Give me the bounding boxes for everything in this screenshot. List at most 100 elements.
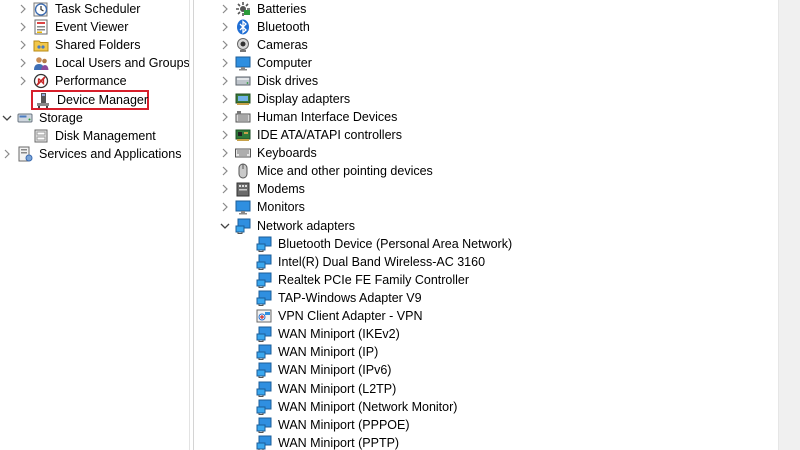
device-category-keyboards[interactable]: Keyboards bbox=[218, 144, 319, 162]
hid-icon bbox=[235, 111, 251, 123]
network-adapter-icon bbox=[256, 344, 272, 360]
battery-icon bbox=[236, 2, 250, 16]
device-category-label: Network adapters bbox=[257, 219, 355, 233]
tree-item-label: Event Viewer bbox=[55, 20, 129, 34]
disk-drive-icon bbox=[235, 76, 251, 86]
network-adapter-label: Bluetooth Device (Personal Area Network) bbox=[278, 237, 513, 251]
network-adapter-icon bbox=[256, 272, 272, 288]
device-category-modems[interactable]: Modems bbox=[218, 180, 307, 198]
device-category-bluetooth[interactable]: Bluetooth bbox=[218, 18, 312, 36]
performance-icon bbox=[33, 73, 49, 89]
clock-calendar-icon bbox=[33, 2, 48, 17]
chevron-right-icon[interactable] bbox=[218, 18, 232, 36]
tree-item-performance[interactable]: Performance bbox=[16, 72, 129, 90]
chevron-right-icon[interactable] bbox=[218, 180, 232, 198]
tree-item-local-users-and-groups[interactable]: Local Users and Groups bbox=[16, 54, 189, 72]
device-category-human-interface-devices[interactable]: Human Interface Devices bbox=[218, 108, 399, 126]
camera-icon bbox=[237, 38, 249, 52]
network-adapter-icon bbox=[256, 326, 272, 342]
chevron-right-icon[interactable] bbox=[218, 72, 232, 90]
tree-item-device-manager[interactable]: Device Manager bbox=[31, 90, 149, 110]
chevron-right-icon[interactable] bbox=[218, 90, 232, 108]
network-adapter-item[interactable]: WAN Miniport (IPv6) bbox=[253, 361, 393, 379]
network-adapter-label: WAN Miniport (IKEv2) bbox=[278, 327, 400, 341]
network-adapter-icon bbox=[256, 236, 272, 252]
network-adapter-icon bbox=[256, 381, 272, 397]
device-category-disk-drives[interactable]: Disk drives bbox=[218, 72, 320, 90]
network-adapter-item[interactable]: Realtek PCIe FE Family Controller bbox=[253, 271, 471, 289]
chevron-right-icon[interactable] bbox=[218, 36, 232, 54]
vertical-scrollbar[interactable] bbox=[778, 0, 800, 450]
tree-item-task-scheduler[interactable]: Task Scheduler bbox=[16, 0, 142, 18]
chevron-down-icon[interactable] bbox=[0, 109, 14, 127]
device-category-label: Mice and other pointing devices bbox=[257, 164, 433, 178]
device-category-monitors[interactable]: Monitors bbox=[218, 198, 307, 216]
chevron-right-icon[interactable] bbox=[218, 54, 232, 72]
device-category-ide-ata-atapi-controllers[interactable]: IDE ATA/ATAPI controllers bbox=[218, 126, 404, 144]
network-adapter-icon bbox=[256, 290, 272, 306]
device-tree-pane[interactable]: Batteries Bluetooth Cameras Computer Dis… bbox=[194, 0, 778, 450]
device-category-label: Display adapters bbox=[257, 92, 351, 106]
chevron-down-icon[interactable] bbox=[218, 217, 232, 235]
network-adapter-item[interactable]: Intel(R) Dual Band Wireless-AC 3160 bbox=[253, 253, 487, 271]
chevron-right-icon[interactable] bbox=[218, 0, 232, 18]
bluetooth-icon bbox=[237, 19, 249, 35]
console-tree-pane[interactable]: Task Scheduler Event Viewer Shared Folde… bbox=[0, 0, 189, 450]
chevron-right-icon[interactable] bbox=[218, 198, 232, 216]
network-adapter-label: WAN Miniport (PPPOE) bbox=[278, 418, 410, 432]
tree-item-storage[interactable]: Storage bbox=[0, 109, 85, 127]
tree-item-event-viewer[interactable]: Event Viewer bbox=[16, 18, 130, 36]
chevron-right-icon[interactable] bbox=[16, 36, 30, 54]
event-log-icon bbox=[34, 19, 48, 35]
network-adapter-item[interactable]: TAP-Windows Adapter V9 bbox=[253, 289, 424, 307]
tree-item-services-and-applications[interactable]: Services and Applications bbox=[0, 145, 183, 163]
network-adapter-item[interactable]: WAN Miniport (IP) bbox=[253, 343, 380, 361]
device-category-label: Keyboards bbox=[257, 146, 317, 160]
network-adapter-item[interactable]: VPN Client Adapter - VPN bbox=[253, 307, 425, 325]
chevron-right-icon[interactable] bbox=[16, 54, 30, 72]
device-category-label: Bluetooth bbox=[257, 20, 310, 34]
chevron-right-icon[interactable] bbox=[218, 162, 232, 180]
tree-item-label: Device Manager bbox=[57, 93, 149, 107]
network-adapter-item[interactable]: Bluetooth Device (Personal Area Network) bbox=[253, 235, 514, 253]
device-manager-icon bbox=[37, 93, 49, 108]
device-category-label: Batteries bbox=[257, 2, 307, 16]
display-adapter-icon bbox=[235, 93, 251, 105]
chevron-right-icon[interactable] bbox=[218, 108, 232, 126]
network-adapter-item[interactable]: WAN Miniport (L2TP) bbox=[253, 380, 398, 398]
network-adapter-icon bbox=[256, 362, 272, 378]
network-adapter-label: TAP-Windows Adapter V9 bbox=[278, 291, 422, 305]
tree-item-shared-folders[interactable]: Shared Folders bbox=[16, 36, 142, 54]
tree-item-label: Local Users and Groups bbox=[55, 56, 189, 70]
chevron-right-icon[interactable] bbox=[218, 126, 232, 144]
network-adapter-label: VPN Client Adapter - VPN bbox=[278, 309, 423, 323]
network-adapter-item[interactable]: WAN Miniport (IKEv2) bbox=[253, 325, 402, 343]
chevron-right-icon[interactable] bbox=[16, 72, 30, 90]
ide-controller-icon bbox=[235, 129, 251, 141]
device-category-cameras[interactable]: Cameras bbox=[218, 36, 310, 54]
network-adapter-label: WAN Miniport (Network Monitor) bbox=[278, 400, 458, 414]
tree-item-label: Performance bbox=[55, 74, 127, 88]
users-icon bbox=[34, 57, 49, 70]
mouse-icon bbox=[238, 163, 248, 179]
chevron-right-icon[interactable] bbox=[0, 145, 14, 163]
tree-item-label: Storage bbox=[39, 111, 83, 125]
tree-item-disk-management[interactable]: Disk Management bbox=[31, 127, 158, 145]
chevron-right-icon[interactable] bbox=[16, 0, 30, 18]
device-category-mice[interactable]: Mice and other pointing devices bbox=[218, 162, 435, 180]
device-category-label: Cameras bbox=[257, 38, 308, 52]
network-adapter-item[interactable]: WAN Miniport (Network Monitor) bbox=[253, 398, 459, 416]
chevron-right-icon[interactable] bbox=[16, 18, 30, 36]
device-category-network-adapters[interactable]: Network adapters bbox=[218, 217, 357, 235]
vpn-adapter-icon bbox=[256, 309, 272, 323]
network-adapter-item[interactable]: WAN Miniport (PPTP) bbox=[253, 434, 401, 450]
device-category-computer[interactable]: Computer bbox=[218, 54, 314, 72]
device-category-label: Computer bbox=[257, 56, 312, 70]
network-adapter-label: WAN Miniport (IP) bbox=[278, 345, 379, 359]
network-adapter-item[interactable]: WAN Miniport (PPPOE) bbox=[253, 416, 412, 434]
network-adapter-icon bbox=[256, 399, 272, 415]
services-icon bbox=[18, 146, 33, 162]
chevron-right-icon[interactable] bbox=[218, 144, 232, 162]
device-category-batteries[interactable]: Batteries bbox=[218, 0, 308, 18]
device-category-display-adapters[interactable]: Display adapters bbox=[218, 90, 352, 108]
